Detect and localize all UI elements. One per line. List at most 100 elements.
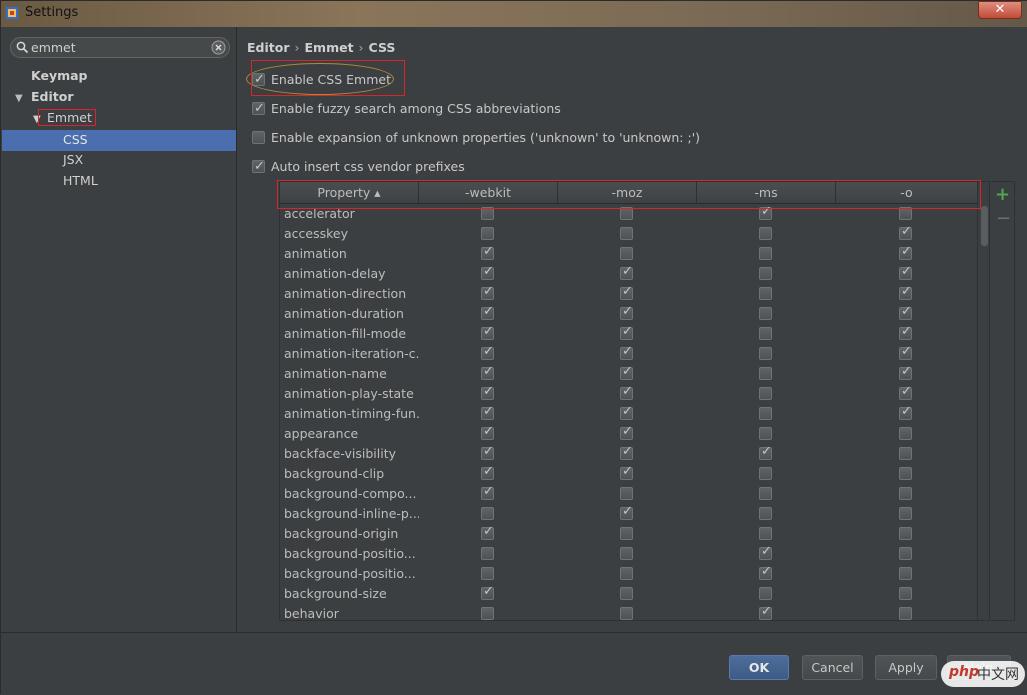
prefix-checkbox[interactable] — [620, 284, 633, 300]
expand-arrow-icon[interactable]: ▼ — [15, 89, 25, 109]
prefix-checkbox[interactable] — [759, 387, 772, 400]
prefix-checkbox[interactable] — [481, 464, 494, 480]
column-header-ms[interactable]: -ms — [697, 182, 836, 204]
expand-arrow-icon[interactable]: ▼ — [33, 110, 43, 130]
prefix-checkbox[interactable] — [481, 364, 494, 380]
prefix-checkbox[interactable] — [481, 344, 494, 360]
prefix-checkbox[interactable] — [481, 607, 494, 620]
prefix-checkbox[interactable] — [481, 284, 494, 300]
prefix-checkbox[interactable] — [899, 447, 912, 460]
prefix-checkbox[interactable] — [620, 344, 633, 360]
prefix-checkbox[interactable] — [481, 304, 494, 320]
ok-button[interactable]: OK — [729, 655, 789, 680]
search-input[interactable] — [31, 39, 211, 56]
prefix-checkbox[interactable] — [759, 564, 772, 580]
window-close-button[interactable]: ✕ — [978, 1, 1022, 19]
table-scrollbar[interactable] — [977, 182, 989, 620]
table-row[interactable]: background-positio... — [280, 544, 977, 564]
prefix-checkbox[interactable] — [481, 547, 494, 560]
prefix-checkbox[interactable] — [620, 404, 633, 420]
prefix-checkbox[interactable] — [759, 407, 772, 420]
prefix-checkbox[interactable] — [481, 584, 494, 600]
prefix-checkbox[interactable] — [481, 424, 494, 440]
prefix-checkbox[interactable] — [899, 607, 912, 620]
checkbox[interactable] — [252, 131, 265, 144]
prefix-checkbox[interactable] — [899, 587, 912, 600]
prefix-checkbox[interactable] — [899, 364, 912, 380]
prefix-checkbox[interactable] — [899, 467, 912, 480]
add-icon[interactable]: + — [995, 184, 1010, 205]
remove-icon[interactable]: − — [996, 208, 1011, 229]
prefix-checkbox[interactable] — [899, 547, 912, 560]
prefix-checkbox[interactable] — [620, 384, 633, 400]
tree-item-html[interactable]: HTML — [63, 171, 98, 191]
prefix-checkbox[interactable] — [759, 587, 772, 600]
prefix-checkbox[interactable] — [620, 247, 633, 260]
prefix-checkbox[interactable] — [899, 244, 912, 260]
checkbox[interactable] — [252, 70, 265, 90]
prefix-checkbox[interactable] — [481, 567, 494, 580]
table-row[interactable]: background-compo... — [280, 484, 977, 504]
scrollbar-thumb[interactable] — [981, 206, 988, 246]
column-header-moz[interactable]: -moz — [558, 182, 697, 204]
prefix-checkbox[interactable] — [759, 327, 772, 340]
prefix-checkbox[interactable] — [759, 427, 772, 440]
column-header-webkit[interactable]: -webkit — [419, 182, 558, 204]
prefix-checkbox[interactable] — [759, 287, 772, 300]
prefix-checkbox[interactable] — [759, 204, 772, 220]
tree-item-editor[interactable]: ▼ Editor — [15, 87, 74, 107]
prefix-checkbox[interactable] — [481, 484, 494, 500]
prefix-checkbox[interactable] — [620, 504, 633, 520]
prefix-checkbox[interactable] — [481, 264, 494, 280]
prefix-checkbox[interactable] — [620, 444, 633, 460]
prefix-checkbox[interactable] — [481, 507, 494, 520]
prefix-checkbox[interactable] — [759, 347, 772, 360]
table-row[interactable]: animation — [280, 244, 977, 264]
table-row[interactable]: background-origin — [280, 524, 977, 544]
prefix-checkbox[interactable] — [899, 324, 912, 340]
prefix-checkbox[interactable] — [620, 264, 633, 280]
prefix-checkbox[interactable] — [620, 364, 633, 380]
table-row[interactable]: animation-play-state — [280, 384, 977, 404]
option-unknown-properties[interactable]: Enable expansion of unknown properties (… — [252, 127, 700, 147]
table-row[interactable]: animation-direction — [280, 284, 977, 304]
prefix-checkbox[interactable] — [759, 604, 772, 620]
tree-item-css[interactable]: CSS — [63, 130, 88, 150]
option-fuzzy-search[interactable]: Enable fuzzy search among CSS abbreviati… — [252, 98, 561, 119]
prefix-checkbox[interactable] — [481, 227, 494, 240]
prefix-checkbox[interactable] — [481, 207, 494, 220]
prefix-checkbox[interactable] — [899, 224, 912, 240]
table-row[interactable]: behavior — [280, 604, 977, 620]
prefix-checkbox[interactable] — [759, 444, 772, 460]
prefix-checkbox[interactable] — [620, 227, 633, 240]
prefix-checkbox[interactable] — [759, 267, 772, 280]
prefix-checkbox[interactable] — [899, 284, 912, 300]
tree-item-keymap[interactable]: Keymap — [31, 66, 88, 86]
prefix-checkbox[interactable] — [620, 547, 633, 560]
prefix-checkbox[interactable] — [759, 507, 772, 520]
prefix-checkbox[interactable] — [620, 527, 633, 540]
prefix-checkbox[interactable] — [620, 304, 633, 320]
clear-search-icon[interactable] — [211, 40, 226, 55]
table-row[interactable]: accesskey — [280, 224, 977, 244]
table-row[interactable]: animation-name — [280, 364, 977, 384]
tree-item-jsx[interactable]: JSX — [63, 150, 83, 170]
column-header-o[interactable]: -o — [836, 182, 977, 204]
checkbox[interactable] — [252, 99, 265, 119]
prefix-checkbox[interactable] — [899, 404, 912, 420]
prefix-checkbox[interactable] — [899, 384, 912, 400]
prefix-checkbox[interactable] — [481, 244, 494, 260]
prefix-checkbox[interactable] — [759, 247, 772, 260]
prefix-checkbox[interactable] — [759, 527, 772, 540]
prefix-checkbox[interactable] — [899, 264, 912, 280]
table-row[interactable]: animation-timing-fun... — [280, 404, 977, 424]
prefix-checkbox[interactable] — [899, 207, 912, 220]
prefix-checkbox[interactable] — [620, 567, 633, 580]
prefix-checkbox[interactable] — [899, 344, 912, 360]
table-row[interactable]: animation-duration — [280, 304, 977, 324]
tree-item-emmet[interactable]: ▼ Emmet — [33, 108, 92, 128]
prefix-checkbox[interactable] — [620, 487, 633, 500]
prefix-checkbox[interactable] — [759, 367, 772, 380]
column-header-property[interactable]: Property ▴ — [280, 182, 419, 204]
prefix-checkbox[interactable] — [899, 567, 912, 580]
